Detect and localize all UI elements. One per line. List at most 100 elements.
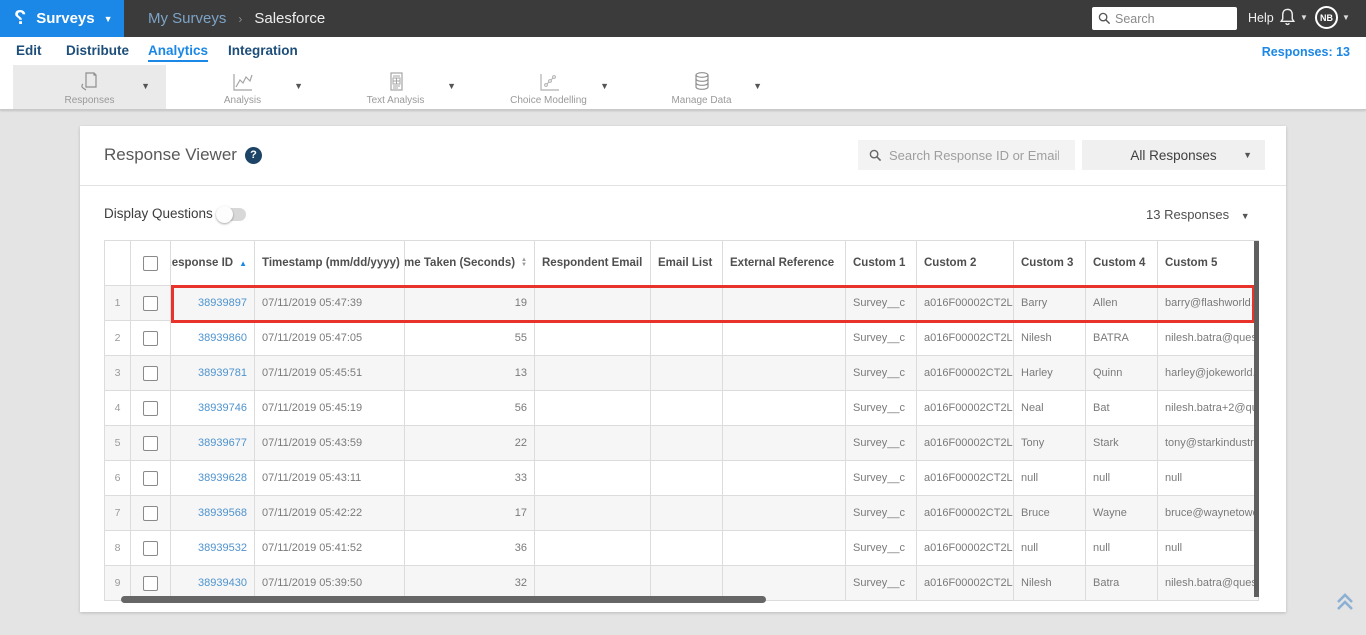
row-checkbox[interactable]: [143, 470, 158, 486]
cell-custom-4: null: [1086, 531, 1158, 566]
cell-custom-4: Batra: [1086, 566, 1158, 601]
cell-response-id[interactable]: 38939746: [171, 391, 255, 426]
cell-time-taken: 33: [405, 461, 535, 496]
cell-custom-4: Bat: [1086, 391, 1158, 426]
cell-custom-4: Wayne: [1086, 496, 1158, 531]
cell-response-id[interactable]: 38939532: [171, 531, 255, 566]
cell-custom-1: Survey__c: [846, 321, 917, 356]
chevron-down-icon[interactable]: ▼: [447, 81, 456, 91]
avatar: NB: [1315, 6, 1338, 29]
column-header-timestamp[interactable]: Timestamp (mm/dd/yyyy)▲▼: [255, 241, 405, 286]
chevron-down-icon: ▼: [1300, 12, 1308, 22]
cell-custom-1: Survey__c: [846, 531, 917, 566]
row-checkbox[interactable]: [143, 400, 158, 416]
row-checkbox[interactable]: [143, 365, 158, 381]
cell-response-id[interactable]: 38939860: [171, 321, 255, 356]
responses-count-link: Responses: 13: [1261, 45, 1350, 59]
cell-custom-4: BATRA: [1086, 321, 1158, 356]
cell-email-list: [651, 426, 723, 461]
toolbar-item-label: Analysis: [223, 95, 262, 106]
cell-timestamp: 07/11/2019 05:45:51: [255, 356, 405, 391]
surveys-menu-button[interactable]: ? Surveys ▼: [0, 0, 124, 37]
responses-table: Response ID▲Timestamp (mm/dd/yyyy)▲▼Time…: [104, 240, 1259, 603]
tab-edit[interactable]: Edit: [16, 43, 42, 58]
breadcrumb: My Surveys › Salesforce: [148, 0, 325, 37]
responses-count-dropdown[interactable]: 13 Responses ▼: [1146, 207, 1250, 222]
display-questions-toggle[interactable]: [216, 206, 246, 223]
row-checkbox[interactable]: [143, 505, 158, 521]
row-checkbox[interactable]: [143, 295, 158, 311]
toolbar-item-responses[interactable]: Responses ▼: [13, 65, 166, 109]
column-header-time-taken[interactable]: Time Taken (Seconds) ▲ ▼: [405, 241, 535, 286]
select-all-checkbox[interactable]: [143, 255, 158, 271]
header-checkbox-cell: [131, 241, 171, 286]
analysis-icon: [232, 74, 253, 91]
toolbar-item-label: Manage Data: [671, 95, 732, 106]
cell-custom-4: Stark: [1086, 426, 1158, 461]
row-number: 2: [105, 321, 131, 356]
horizontal-scrollbar[interactable]: [121, 596, 766, 603]
tab-integration[interactable]: Integration: [228, 43, 298, 58]
help-link[interactable]: Help: [1248, 11, 1274, 25]
cell-external-reference: [723, 286, 846, 321]
notifications-button[interactable]: ▼: [1278, 6, 1308, 28]
row-number: 3: [105, 356, 131, 391]
account-menu-button[interactable]: NB ▼: [1315, 6, 1350, 29]
toolbar-item-analysis[interactable]: Analysis ▼: [166, 65, 319, 109]
row-checkbox[interactable]: [143, 575, 158, 591]
cell-custom-3: null: [1014, 461, 1086, 496]
row-checkbox[interactable]: [143, 330, 158, 346]
vertical-scrollbar[interactable]: [1254, 241, 1259, 597]
column-header-label: Custom 1: [853, 257, 906, 269]
toolbar-item-text-analysis[interactable]: Text Analysis ▼: [319, 65, 472, 109]
cell-response-id[interactable]: 38939677: [171, 426, 255, 461]
cell-custom-2: a016F00002CT2Lc: [917, 566, 1014, 601]
checkbox-cell: [131, 531, 171, 566]
row-number: 4: [105, 391, 131, 426]
response-search-input[interactable]: [889, 147, 1059, 163]
chevron-down-icon[interactable]: ▼: [600, 81, 609, 91]
column-header-response-id[interactable]: Response ID ▲: [171, 241, 255, 286]
cell-email-list: [651, 356, 723, 391]
cell-custom-2: a016F00002CT2LX: [917, 426, 1014, 461]
cell-time-taken: 55: [405, 321, 535, 356]
toolbar-item-label: Choice Modelling: [510, 95, 587, 106]
cell-custom-3: Bruce: [1014, 496, 1086, 531]
cell-custom-3: Nilesh: [1014, 321, 1086, 356]
divider: [80, 185, 1286, 186]
cell-custom-1: Survey__c: [846, 286, 917, 321]
row-checkbox[interactable]: [143, 540, 158, 556]
scroll-to-top-button[interactable]: [1334, 591, 1356, 618]
cell-response-id[interactable]: 38939897: [171, 286, 255, 321]
toolbar-item-manage-data[interactable]: Manage Data ▼: [625, 65, 778, 109]
table-row: 3 38939781 07/11/2019 05:45:51 13 Survey__c a…: [105, 356, 1259, 391]
help-icon[interactable]: ?: [244, 146, 262, 164]
row-number: 6: [105, 461, 131, 496]
breadcrumb-my-surveys[interactable]: My Surveys: [148, 10, 226, 27]
chevron-down-icon: ▼: [103, 13, 113, 24]
column-header-label: Custom 5: [1165, 257, 1218, 269]
cell-response-id[interactable]: 38939781: [171, 356, 255, 391]
cell-custom-5: nilesh.batra+2@qu: [1158, 391, 1259, 426]
cell-custom-1: Survey__c: [846, 426, 917, 461]
row-number: 5: [105, 426, 131, 461]
column-header-custom-5: Custom 5: [1158, 241, 1259, 286]
cell-respondent-email: [535, 461, 651, 496]
chevron-down-icon[interactable]: ▼: [141, 81, 150, 91]
cell-respondent-email: [535, 391, 651, 426]
global-search-input[interactable]: [1115, 11, 1225, 26]
cell-custom-5: bruce@waynetowe: [1158, 496, 1259, 531]
cell-response-id[interactable]: 38939628: [171, 461, 255, 496]
analytics-toolbar: Responses ▼ Analysis ▼ Text Analysis ▼ C…: [0, 65, 1366, 110]
response-filter-dropdown[interactable]: All Responses ▼: [1082, 140, 1265, 170]
cell-response-id[interactable]: 38939568: [171, 496, 255, 531]
row-checkbox[interactable]: [143, 435, 158, 451]
cell-respondent-email: [535, 356, 651, 391]
chevron-down-icon[interactable]: ▼: [753, 81, 762, 91]
chevron-down-icon[interactable]: ▼: [294, 81, 303, 91]
table-row: 5 38939677 07/11/2019 05:43:59 22 Survey__c a…: [105, 426, 1259, 461]
tab-analytics[interactable]: Analytics: [148, 43, 209, 62]
toolbar-item-choice-modelling[interactable]: Choice Modelling ▼: [472, 65, 625, 109]
response-filter-value: All Responses: [1130, 147, 1217, 163]
tab-distribute[interactable]: Distribute: [66, 43, 129, 58]
